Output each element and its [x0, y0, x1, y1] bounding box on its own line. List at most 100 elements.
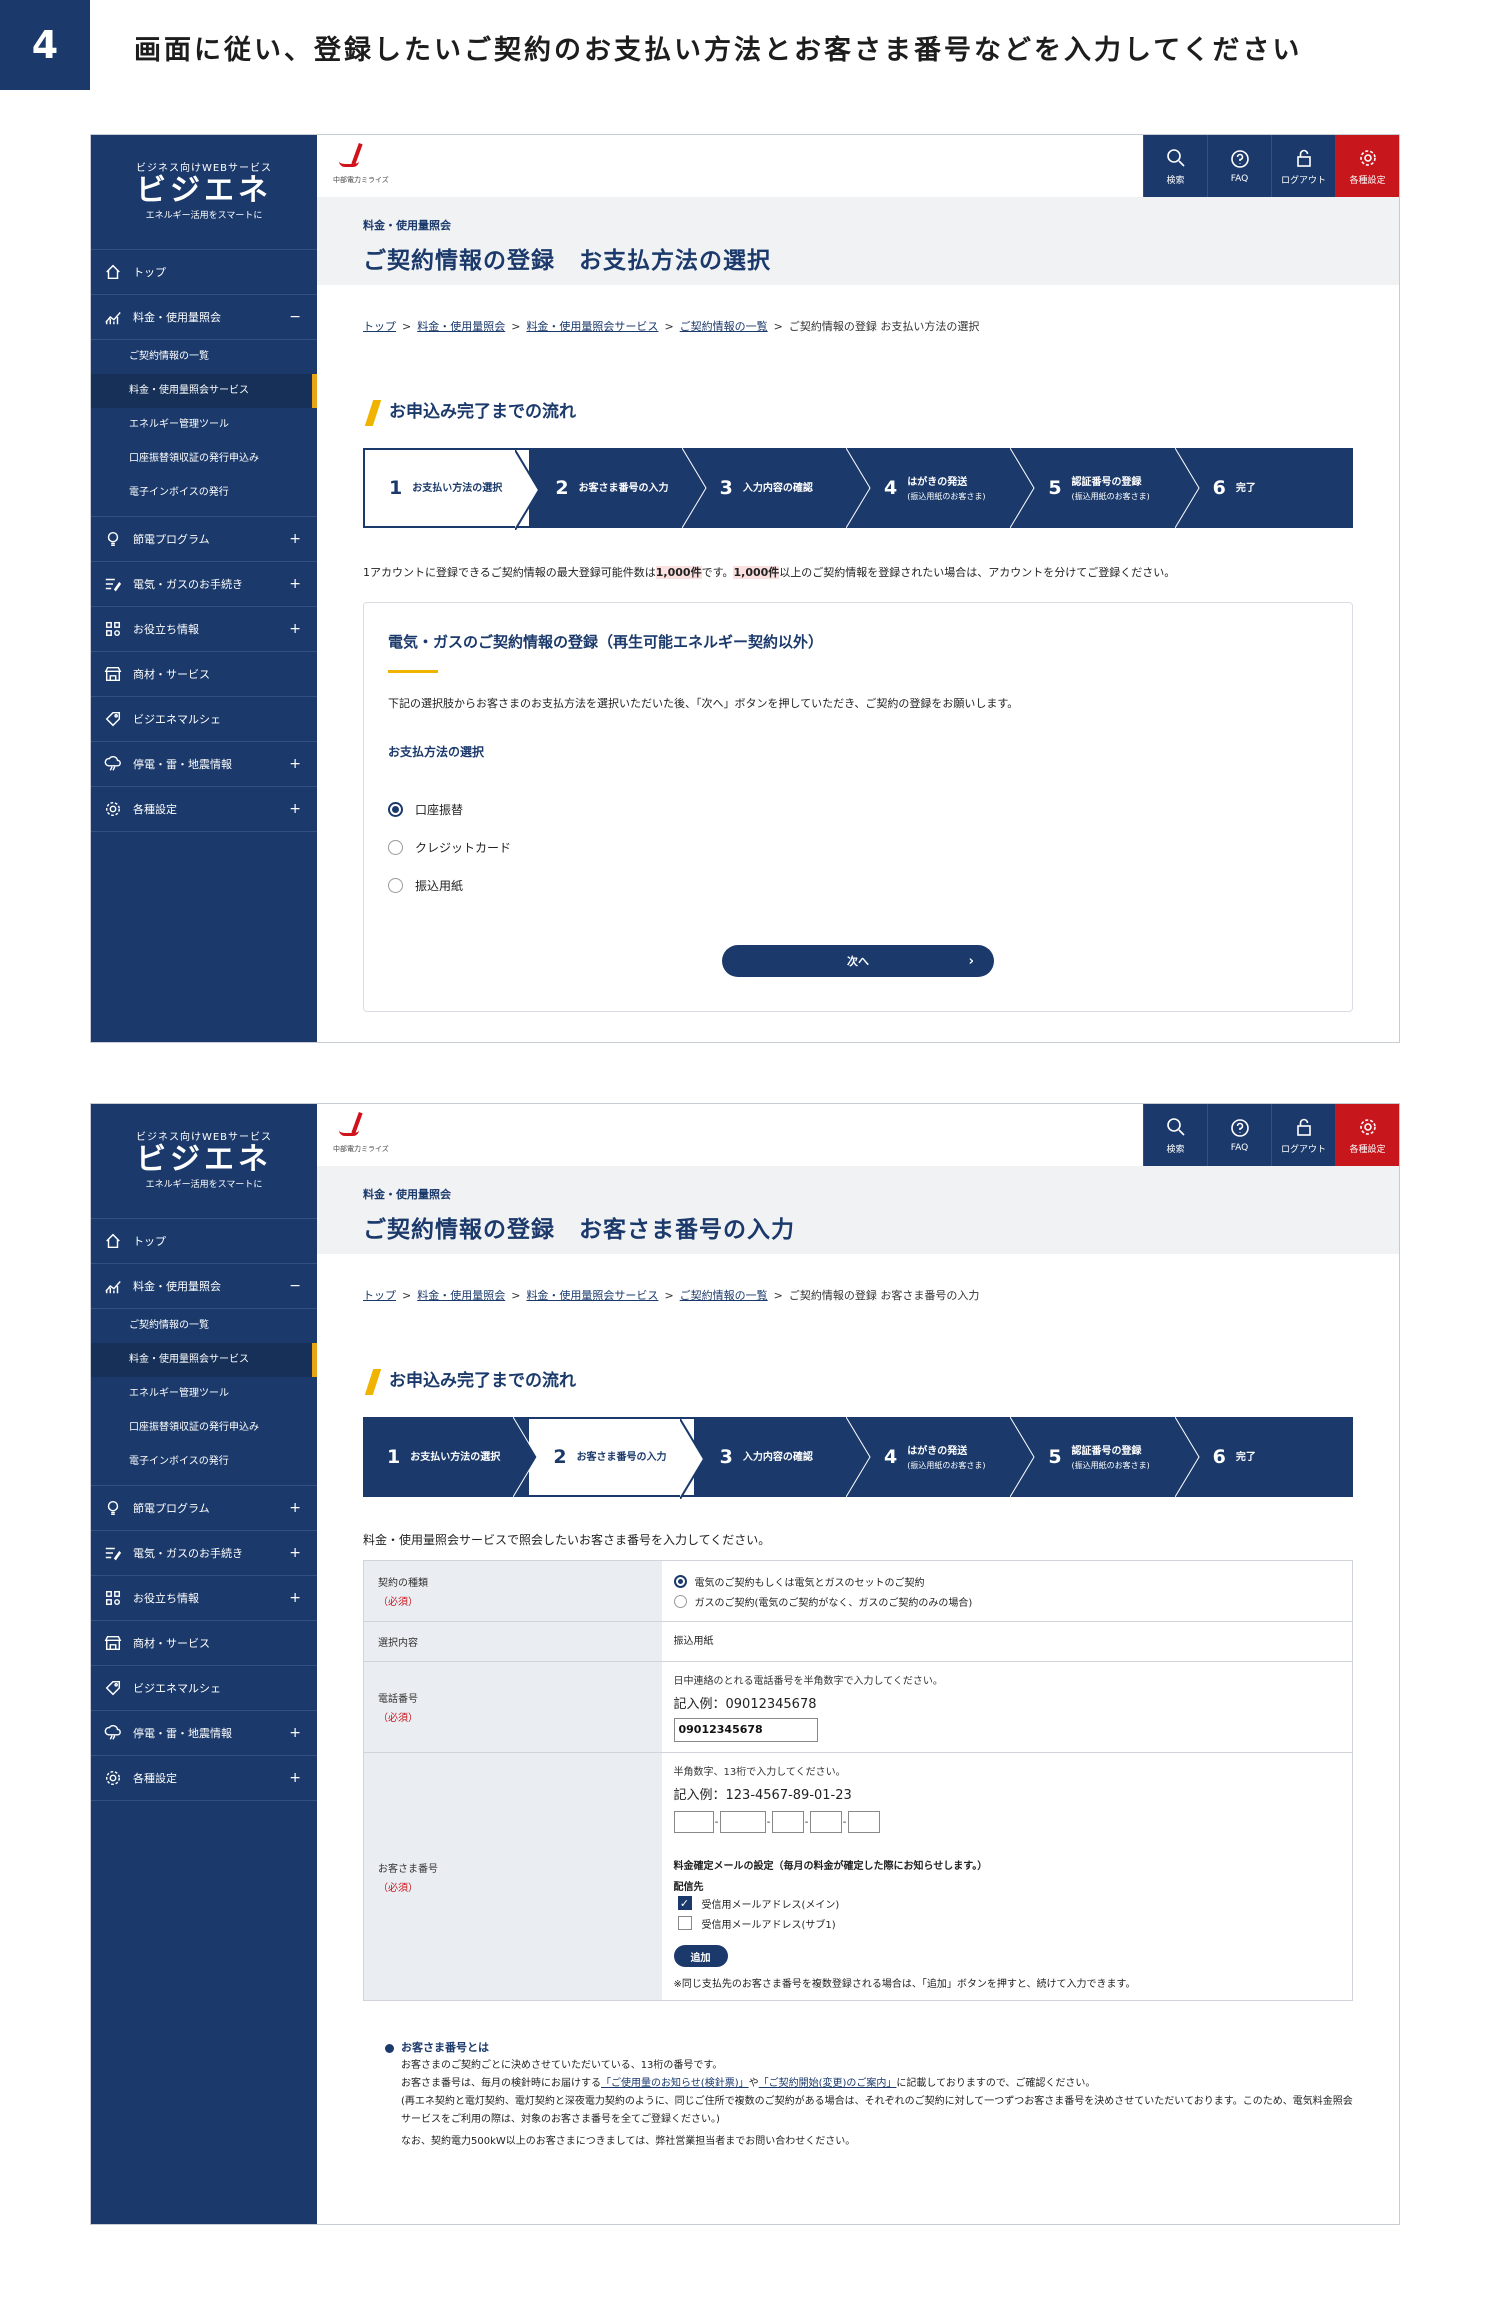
- progress-step-3: 3 入力内容の確認: [696, 447, 871, 529]
- sidebar-item-label: トップ: [133, 266, 166, 279]
- sidebar-item-settings[interactable]: 各種設定 +: [91, 1756, 317, 1801]
- expand-icon[interactable]: +: [289, 1590, 301, 1606]
- radio-empty-icon: [673, 1594, 687, 1608]
- contract-guide-link[interactable]: 「ご契約開始(変更)のご案内」: [759, 2078, 897, 2089]
- chevron-right-icon: [845, 447, 874, 529]
- next-button[interactable]: 次へ ›: [722, 945, 994, 977]
- expand-icon[interactable]: +: [289, 756, 301, 772]
- faq-button[interactable]: FAQ: [1207, 135, 1271, 197]
- sidebar-item-marche[interactable]: ビジエネマルシェ: [91, 1666, 317, 1711]
- sidebar-item-info[interactable]: お役立ち情報 +: [91, 607, 317, 652]
- collapse-icon[interactable]: −: [289, 309, 301, 325]
- radio-label: 振込用紙: [415, 878, 464, 893]
- radio-payment-slip[interactable]: 振込用紙: [388, 866, 1328, 904]
- sidebar-sub-contract-list[interactable]: ご契約情報の一覧: [91, 1309, 317, 1343]
- radio-gas-contract[interactable]: ガスのご契約(電気のご契約がなく、ガスのご契約のみの場合): [673, 1591, 1341, 1611]
- form-value: 電気のご契約もしくは電気とガスのセットのご契約 ガスのご契約(電気のご契約がなく…: [661, 1560, 1353, 1622]
- step-index: 2: [555, 477, 569, 499]
- expand-icon[interactable]: +: [289, 1770, 301, 1786]
- breadcrumb-top[interactable]: トップ: [363, 1289, 396, 1302]
- faq-button[interactable]: FAQ: [1207, 1104, 1271, 1166]
- sidebar-item-settings[interactable]: 各種設定 +: [91, 787, 317, 832]
- sidebar-sub-energy-tool[interactable]: エネルギー管理ツール: [91, 1377, 317, 1411]
- settings-button[interactable]: 各種設定: [1335, 1104, 1399, 1166]
- sidebar-sub-invoice[interactable]: 電子インボイスの発行: [91, 1445, 317, 1479]
- expand-icon[interactable]: +: [289, 1725, 301, 1741]
- customer-number-part5[interactable]: [847, 1811, 880, 1833]
- sidebar-item-top[interactable]: トップ: [91, 250, 317, 295]
- payment-card: 電気・ガスのご契約情報の登録（再生可能エネルギー契約以外） 下記の選択肢からお客…: [363, 602, 1353, 1012]
- sidebar-item-procedures[interactable]: 電気・ガスのお手続き +: [91, 562, 317, 607]
- corp-logo[interactable]: 中部電力ミライズ: [333, 1111, 393, 1158]
- logout-button[interactable]: ログアウト: [1271, 135, 1335, 197]
- brand-name: ビジエネ: [136, 173, 272, 208]
- info-text: お客さま番号は、毎月の検針時にお届けする「ご使用量のお知らせ(検針票)」や「ご契…: [385, 2075, 1353, 2093]
- expand-icon[interactable]: +: [289, 1500, 301, 1516]
- chevron-right-icon: [1174, 447, 1203, 529]
- search-label: 検索: [1166, 175, 1185, 186]
- registration-form: 契約の種類 （必須） 電気のご契約もしくは電気とガスのセットのご契約 ガスのご契約…: [363, 1560, 1353, 2001]
- phone-label: 電話番号: [378, 1694, 418, 1705]
- breadcrumb-contract-list[interactable]: ご契約情報の一覧: [680, 320, 768, 333]
- usage-notice-link[interactable]: 「ご使用量のお知らせ(検針票)」: [601, 2078, 749, 2089]
- sidebar-item-saving[interactable]: 節電プログラム +: [91, 517, 317, 562]
- step-label: はがきの発送 (振込用紙のお客さま): [907, 1443, 985, 1471]
- sidebar-item-products[interactable]: 商材・サービス: [91, 652, 317, 697]
- search-button[interactable]: 検索: [1143, 1104, 1207, 1166]
- checkbox-main-address[interactable]: ✓ 受信用メールアドレス(メイン): [677, 1893, 1341, 1913]
- expand-icon[interactable]: +: [289, 576, 301, 592]
- edit-icon: [103, 1543, 123, 1563]
- sidebar-item-saving[interactable]: 節電プログラム +: [91, 1486, 317, 1531]
- radio-bank-transfer[interactable]: 口座振替: [388, 790, 1328, 828]
- step-index: 4: [883, 477, 898, 499]
- sidebar-sub-contract-list[interactable]: ご契約情報の一覧: [91, 340, 317, 374]
- sidebar-item-rates[interactable]: 料金・使用量照会 −: [91, 1264, 317, 1309]
- step-instruction: 画面に従い、登録したいご契約のお支払い方法とお客さま番号などを入力してください: [134, 35, 1303, 66]
- customer-number-part2[interactable]: [719, 1811, 766, 1833]
- sidebar-sub-rate-service[interactable]: 料金・使用量照会サービス: [91, 1343, 317, 1377]
- sidebar-sub-receipt[interactable]: 口座振替領収証の発行申込み: [91, 442, 317, 476]
- logout-button[interactable]: ログアウト: [1271, 1104, 1335, 1166]
- sidebar-item-marche[interactable]: ビジエネマルシェ: [91, 697, 317, 742]
- settings-button[interactable]: 各種設定: [1335, 135, 1399, 197]
- sidebar-sub-rate-service[interactable]: 料金・使用量照会サービス: [91, 374, 317, 408]
- breadcrumb-top[interactable]: トップ: [363, 320, 396, 333]
- breadcrumb-rate-service[interactable]: 料金・使用量照会サービス: [526, 320, 658, 333]
- step-label: 入力内容の確認: [742, 482, 813, 494]
- sidebar-item-info[interactable]: お役立ち情報 +: [91, 1576, 317, 1621]
- brand-logo[interactable]: ビジネス向けWEBサービス ビジエネ エネルギー活用をスマートに: [91, 1104, 317, 1219]
- customer-number-part1[interactable]: [673, 1811, 714, 1833]
- radio-electric-contract[interactable]: 電気のご契約もしくは電気とガスのセットのご契約: [673, 1571, 1341, 1591]
- sidebar-item-procedures[interactable]: 電気・ガスのお手続き +: [91, 1531, 317, 1576]
- expand-icon[interactable]: +: [289, 621, 301, 637]
- sidebar-item-top[interactable]: トップ: [91, 1219, 317, 1264]
- breadcrumb-contract-list[interactable]: ご契約情報の一覧: [680, 1289, 768, 1302]
- sidebar-item-outage[interactable]: 停電・雷・地震情報 +: [91, 1711, 317, 1756]
- expand-icon[interactable]: +: [289, 1545, 301, 1561]
- radio-credit-card[interactable]: クレジットカード: [388, 828, 1328, 866]
- search-button[interactable]: 検索: [1143, 135, 1207, 197]
- page-title: ご契約情報の登録 お支払方法の選択: [363, 248, 771, 274]
- sidebar-sub-receipt[interactable]: 口座振替領収証の発行申込み: [91, 1411, 317, 1445]
- corp-logo[interactable]: 中部電力ミライズ: [333, 142, 393, 189]
- phone-input[interactable]: 09012345678: [673, 1718, 818, 1742]
- breadcrumb-rate-service[interactable]: 料金・使用量照会サービス: [526, 1289, 658, 1302]
- collapse-icon[interactable]: −: [289, 1278, 301, 1294]
- sidebar-item-rates[interactable]: 料金・使用量照会 −: [91, 295, 317, 340]
- step-index: 5: [1048, 477, 1062, 499]
- expand-icon[interactable]: +: [289, 801, 301, 817]
- sidebar-item-outage[interactable]: 停電・雷・地震情報 +: [91, 742, 317, 787]
- breadcrumb-rates[interactable]: 料金・使用量照会: [417, 320, 505, 333]
- add-button[interactable]: 追加: [673, 1945, 728, 1967]
- sidebar-sub-invoice[interactable]: 電子インボイスの発行: [91, 476, 317, 510]
- customer-number-part3[interactable]: [771, 1811, 804, 1833]
- gear-icon: [103, 799, 123, 819]
- sidebar-sub-energy-tool[interactable]: エネルギー管理ツール: [91, 408, 317, 442]
- edit-icon: [103, 574, 123, 594]
- checkbox-sub-address[interactable]: 受信用メールアドレス(サブ1): [677, 1913, 1341, 1933]
- brand-logo[interactable]: ビジネス向けWEBサービス ビジエネ エネルギー活用をスマートに: [91, 135, 317, 250]
- breadcrumb-rates[interactable]: 料金・使用量照会: [417, 1289, 505, 1302]
- customer-number-part4[interactable]: [809, 1811, 842, 1833]
- expand-icon[interactable]: +: [289, 531, 301, 547]
- sidebar-item-products[interactable]: 商材・サービス: [91, 1621, 317, 1666]
